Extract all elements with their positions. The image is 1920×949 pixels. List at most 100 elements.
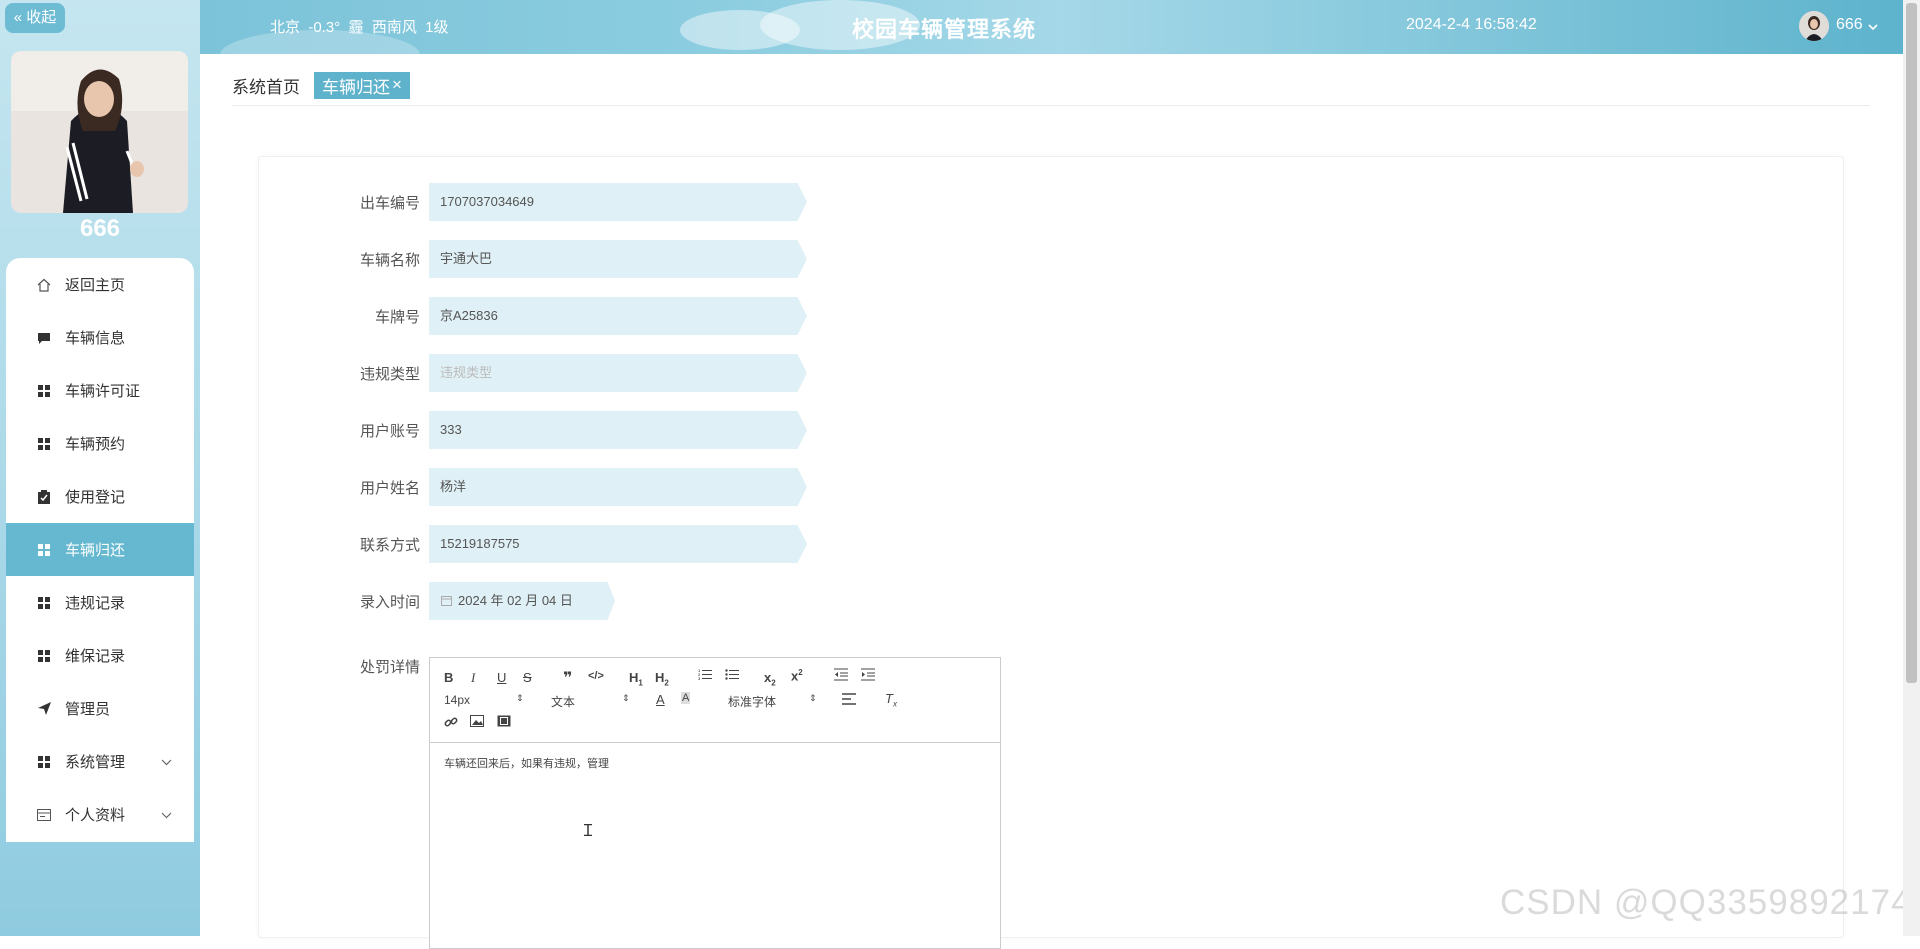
tab-label: 车辆归还 <box>322 77 390 97</box>
bullet-list-icon[interactable] <box>725 668 739 684</box>
sidebar-item-label: 违规记录 <box>65 595 126 612</box>
sidebar-menu: 返回主页 车辆信息 车辆许可证 车辆预约 使用登记 车辆归还 违规记录 维保记录… <box>6 258 194 842</box>
subscript-icon[interactable]: x2 <box>764 670 776 688</box>
page-title: 校园车辆管理系统 <box>852 17 1037 42</box>
sidebar-item-label: 车辆归还 <box>65 542 126 559</box>
scrollbar[interactable] <box>1903 0 1920 936</box>
code-icon[interactable]: </> <box>588 670 604 682</box>
ordered-list-icon[interactable]: 123 <box>698 668 712 684</box>
superscript-icon[interactable]: x2 <box>791 668 803 683</box>
clear-format-icon[interactable]: Tx <box>885 691 897 709</box>
close-icon[interactable]: × <box>392 75 402 95</box>
id-card-icon <box>37 808 51 822</box>
header-username[interactable]: 666 <box>1836 16 1863 34</box>
collapse-button[interactable]: « 收起 <box>5 3 65 33</box>
image-icon[interactable] <box>470 715 484 730</box>
grid-icon <box>37 543 51 557</box>
tab-home[interactable]: 系统首页 <box>232 73 300 98</box>
home-icon <box>37 278 51 292</box>
heading2-icon[interactable]: H2 <box>655 670 669 688</box>
sidebar-item-label: 车辆预约 <box>65 436 126 453</box>
scrollbar-thumb[interactable] <box>1906 3 1917 683</box>
dispatch-no-field[interactable]: 1707037034649 <box>429 183 807 221</box>
sidebar-item-label: 车辆信息 <box>65 330 126 347</box>
sidebar-item-maintenance-record[interactable]: 维保记录 <box>6 629 194 682</box>
font-size-value: 14px <box>444 693 471 707</box>
paragraph-select[interactable]: 文本 ⇕ <box>551 693 631 710</box>
sidebar-item-admin[interactable]: 管理员 <box>6 682 194 735</box>
sidebar-item-vehicle-booking[interactable]: 车辆预约 <box>6 417 194 470</box>
italic-icon[interactable]: I <box>471 670 475 686</box>
font-color-icon[interactable]: A <box>656 692 665 707</box>
sidebar-item-vehicle-return[interactable]: 车辆归还 <box>6 523 194 576</box>
indent-icon[interactable] <box>861 668 875 684</box>
sidebar-item-label: 系统管理 <box>65 754 126 771</box>
tab-vehicle-return[interactable]: 车辆归还 × <box>314 71 410 99</box>
grid-icon <box>37 755 51 769</box>
updown-icon: ⇕ <box>809 693 817 703</box>
entry-time-date-picker[interactable]: 2024 年 02 月 04 日 <box>429 582 615 620</box>
plate-no-field[interactable]: 京A25836 <box>429 297 807 335</box>
strike-icon[interactable]: S <box>523 670 532 685</box>
sidebar-item-profile[interactable]: 个人资料 <box>6 788 194 841</box>
avatar <box>11 51 188 213</box>
vehicle-name-field[interactable]: 宇通大巴 <box>429 240 807 278</box>
user-account-field[interactable]: 333 <box>429 411 807 449</box>
sidebar-username: 666 <box>79 215 121 242</box>
field-label: 联系方式 <box>359 537 420 554</box>
blockquote-icon[interactable]: ❞ <box>563 668 572 688</box>
outdent-icon[interactable] <box>834 668 848 684</box>
sidebar-item-vehicle-info[interactable]: 车辆信息 <box>6 311 194 364</box>
background-color-icon[interactable]: A <box>681 692 691 704</box>
editor-content[interactable]: 车辆还回来后，如果有违规，管理 <box>430 743 1000 783</box>
date-value: 2024 年 02 月 04 日 <box>458 593 573 608</box>
contact-field[interactable]: 15219187575 <box>429 525 807 563</box>
heading1-icon[interactable]: H1 <box>629 670 643 688</box>
violation-type-field[interactable]: 违规类型 <box>429 354 807 392</box>
grid-icon <box>37 596 51 610</box>
underline-icon[interactable]: U <box>497 670 506 685</box>
grid-icon <box>37 649 51 663</box>
chevron-down-icon <box>161 806 172 823</box>
field-label: 录入时间 <box>359 594 420 611</box>
field-label: 用户姓名 <box>359 480 420 497</box>
grid-icon <box>37 384 51 398</box>
top-header: 北京 -0.3° 霾 西南风 1级 校园车辆管理系统 2024-2-4 16:5… <box>200 0 1920 54</box>
user-name-field[interactable]: 杨洋 <box>429 468 807 506</box>
tab-bar: 系统首页 车辆归还 × <box>232 71 410 99</box>
calendar-icon <box>441 583 452 620</box>
svg-text:3: 3 <box>698 676 701 681</box>
font-family-select[interactable]: 标准字体 ⇕ <box>728 693 818 710</box>
return-form: 出车编号 1707037034649 车辆名称 宇通大巴 车牌号 京A25836… <box>258 156 1844 949</box>
font-size-select[interactable]: 14px ⇕ <box>444 693 524 707</box>
weather-info: 北京 -0.3° 霾 西南风 1级 <box>270 19 449 36</box>
chat-icon <box>37 331 51 345</box>
chevron-down-icon[interactable] <box>1868 18 1878 36</box>
align-icon[interactable] <box>842 693 856 708</box>
field-label: 用户账号 <box>359 423 420 440</box>
datetime-display: 2024-2-4 16:58:42 <box>1406 16 1537 33</box>
field-label: 处罚详情 <box>359 659 420 676</box>
sidebar-item-label: 使用登记 <box>65 489 126 506</box>
sidebar-item-label: 管理员 <box>65 701 111 718</box>
editor-toolbar: B I U S ❞ </> H1 H2 123 x2 x2 14px ⇕ 文本 … <box>430 658 1000 743</box>
video-icon[interactable] <box>497 715 511 730</box>
updown-icon: ⇕ <box>516 693 524 703</box>
field-label: 出车编号 <box>359 195 420 212</box>
bold-icon[interactable]: B <box>444 670 453 685</box>
user-avatar[interactable] <box>1799 11 1829 41</box>
watermark: CSDN @QQ3359892174 <box>1500 883 1912 922</box>
sidebar-item-violation-record[interactable]: 违规记录 <box>6 576 194 629</box>
chevron-down-icon <box>161 753 172 770</box>
field-label: 车牌号 <box>374 309 420 326</box>
sidebar-item-home[interactable]: 返回主页 <box>6 258 194 311</box>
sidebar-item-usage-register[interactable]: 使用登记 <box>6 470 194 523</box>
sidebar: « 收起 666 返回主页 车辆信息 车辆许可证 车辆预约 使用登记 车辆归还 … <box>0 0 200 936</box>
sidebar-item-label: 维保记录 <box>65 648 126 665</box>
sidebar-item-vehicle-permit[interactable]: 车辆许可证 <box>6 364 194 417</box>
link-icon[interactable] <box>444 715 458 732</box>
sidebar-item-system-management[interactable]: 系统管理 <box>6 735 194 788</box>
clipboard-check-icon <box>37 489 51 504</box>
paragraph-value: 文本 <box>551 695 576 709</box>
rich-text-editor: B I U S ❞ </> H1 H2 123 x2 x2 14px ⇕ 文本 … <box>429 657 1001 949</box>
